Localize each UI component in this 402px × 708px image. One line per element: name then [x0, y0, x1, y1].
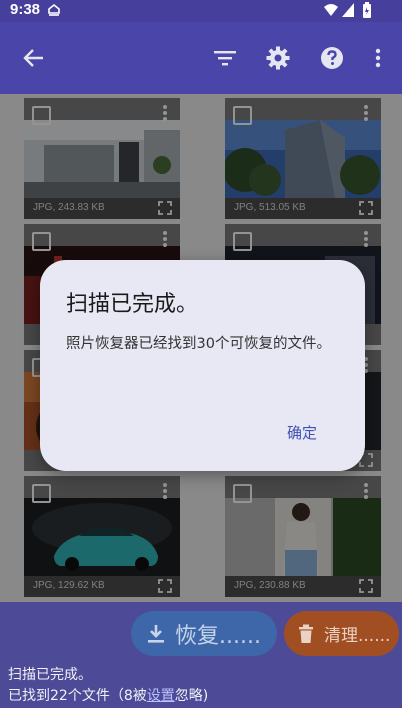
settings-link[interactable]: 设置 [147, 688, 175, 704]
dialog-ok-button[interactable]: 确定 [283, 420, 321, 445]
arrow-left-icon [23, 49, 43, 67]
back-button[interactable] [20, 44, 48, 72]
help-circle-icon [321, 47, 343, 69]
gear-icon [266, 46, 290, 70]
settings-button[interactable] [264, 44, 292, 72]
wifi-icon [324, 4, 338, 16]
dialog-title: 扫描已完成。 [66, 292, 199, 317]
help-button[interactable] [318, 44, 346, 72]
signal-icon [342, 3, 354, 17]
restore-button[interactable]: 恢复...... [131, 611, 277, 656]
more-options-button[interactable] [365, 44, 391, 72]
bottom-panel: 恢复...... 清理...... 扫描已完成。 已找到22个文件（8被设置忽略… [0, 602, 402, 708]
cloud-sync-icon [48, 3, 60, 16]
clean-button[interactable]: 清理...... [284, 611, 399, 656]
battery-icon [363, 2, 371, 18]
dialog-message: 照片恢复器已经找到30个可恢复的文件。 [66, 336, 331, 352]
app-bar [0, 22, 402, 94]
trash-icon [299, 624, 313, 643]
status-found-files: 已找到22个文件（8被设置忽略) [8, 685, 208, 705]
scan-complete-dialog: 扫描已完成。 照片恢复器已经找到30个可恢复的文件。 确定 [40, 260, 365, 471]
status-found-prefix: 已找到22个文件（8被 [8, 688, 147, 704]
status-found-suffix: 忽略) [174, 688, 209, 704]
download-icon [148, 624, 164, 643]
status-bar: 9:38 [0, 0, 402, 22]
restore-label: 恢复...... [175, 623, 261, 649]
more-vertical-icon [375, 48, 381, 68]
filter-icon [214, 51, 236, 66]
status-scan-complete: 扫描已完成。 [8, 667, 92, 683]
status-time: 9:38 [10, 1, 41, 18]
filter-button[interactable] [211, 44, 239, 72]
clean-label: 清理...... [324, 626, 391, 646]
